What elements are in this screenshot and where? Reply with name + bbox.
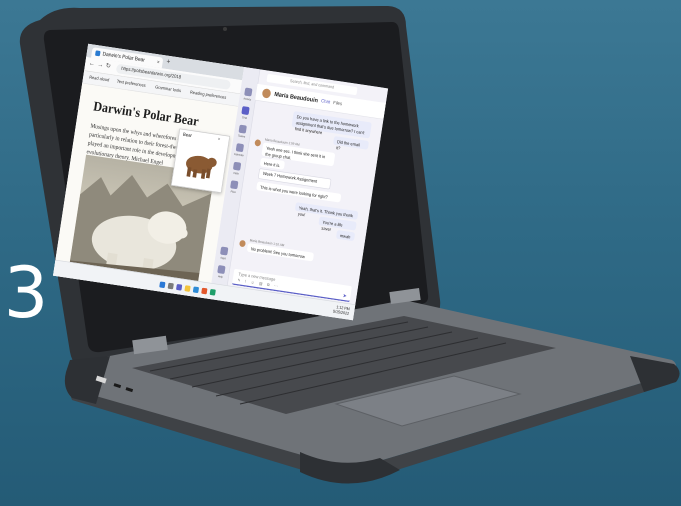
rail-label-help: Help bbox=[217, 274, 224, 279]
definition-popup: Bear × bbox=[170, 128, 230, 194]
office-icon[interactable] bbox=[201, 287, 208, 295]
avatar bbox=[239, 239, 247, 248]
site-favicon-icon bbox=[94, 50, 101, 57]
forward-icon[interactable]: → bbox=[97, 61, 104, 69]
laptop-screen: Darwin's Polar Bear × + ← → ↻ https://po… bbox=[53, 43, 389, 321]
webcam bbox=[223, 27, 227, 31]
calls-icon[interactable] bbox=[232, 161, 242, 171]
rail-label-chat: Chat bbox=[241, 115, 248, 120]
clock-date: 5/15/2022 bbox=[332, 309, 350, 317]
tab-chat[interactable]: Chat bbox=[321, 99, 331, 105]
popup-close-icon[interactable]: × bbox=[217, 137, 220, 142]
message-bubble: Did the email it? bbox=[332, 135, 370, 151]
rail-label-files: Files bbox=[230, 189, 236, 194]
file-explorer-icon[interactable] bbox=[184, 285, 191, 292]
taskbar-clock[interactable]: 1:12 PM 5/15/2022 bbox=[333, 305, 350, 317]
files-icon[interactable] bbox=[230, 180, 239, 190]
start-icon[interactable] bbox=[159, 281, 166, 289]
tab-close-icon[interactable]: × bbox=[156, 57, 160, 68]
step-number: 3 bbox=[3, 252, 49, 334]
back-icon[interactable]: ← bbox=[88, 60, 95, 68]
rail-label-calls: Calls bbox=[233, 171, 239, 176]
rail-label-activity: Activity bbox=[243, 96, 252, 102]
search-icon[interactable] bbox=[167, 282, 174, 290]
popup-title: Bear bbox=[182, 132, 193, 139]
rail-label-calendar: Calendar bbox=[233, 152, 244, 158]
teams-icon[interactable] bbox=[238, 124, 247, 134]
apps-icon[interactable] bbox=[220, 246, 229, 256]
message-bubble: mwah bbox=[335, 229, 356, 242]
avatar bbox=[261, 88, 272, 99]
text-preferences-button[interactable]: Text preferences bbox=[116, 79, 146, 88]
chat-name: Maria Beaudouin bbox=[273, 90, 319, 104]
store-icon[interactable] bbox=[209, 288, 216, 296]
new-tab-button[interactable]: + bbox=[166, 58, 171, 67]
read-aloud-button[interactable]: Read aloud bbox=[89, 75, 110, 83]
rail-label-teams: Teams bbox=[237, 133, 246, 139]
avatar bbox=[254, 139, 262, 147]
brown-bear-icon bbox=[186, 155, 217, 179]
edge-icon[interactable] bbox=[192, 286, 200, 294]
send-icon[interactable]: ➤ bbox=[342, 292, 347, 299]
chat-icon[interactable] bbox=[241, 106, 250, 116]
reading-preferences-button[interactable]: Reading preferences bbox=[190, 90, 227, 100]
rail-label-apps: Apps bbox=[220, 255, 227, 261]
grammar-tools-button[interactable]: Grammar tools bbox=[155, 85, 181, 93]
refresh-icon[interactable]: ↻ bbox=[105, 62, 111, 70]
help-icon[interactable] bbox=[217, 265, 226, 275]
tab-files[interactable]: Files bbox=[333, 101, 343, 107]
calendar-icon[interactable] bbox=[235, 143, 245, 153]
teams-taskbar-icon[interactable] bbox=[175, 283, 183, 291]
activity-icon[interactable] bbox=[244, 87, 253, 97]
